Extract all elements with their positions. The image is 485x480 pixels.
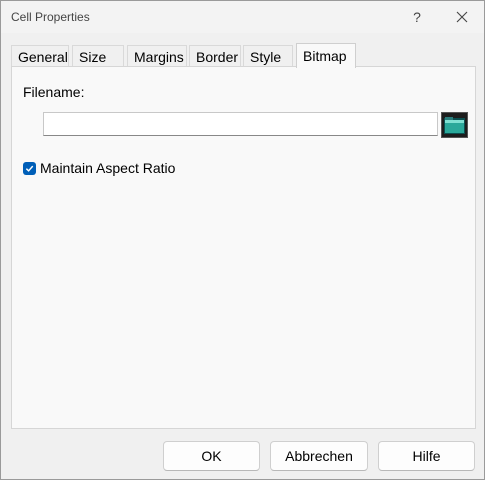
tab-general[interactable]: General [11, 45, 69, 67]
tab-bitmap[interactable]: Bitmap [296, 43, 356, 68]
browse-button[interactable] [441, 112, 468, 138]
cell-properties-dialog: Cell Properties ? General Size Margins B… [0, 0, 485, 480]
cancel-button[interactable]: Abbrechen [270, 441, 368, 471]
ok-button[interactable]: OK [163, 441, 260, 471]
title-bar[interactable]: Cell Properties ? [1, 1, 484, 33]
tab-strip: General Size Margins Border Style Bitmap [11, 43, 476, 68]
maintain-aspect-ratio-checkbox[interactable] [23, 161, 36, 175]
filename-input[interactable] [43, 112, 438, 136]
help-question-button[interactable]: ? [399, 5, 435, 29]
close-button[interactable] [444, 5, 480, 29]
help-button[interactable]: Hilfe [378, 441, 475, 471]
maintain-aspect-ratio-label[interactable]: Maintain Aspect Ratio [40, 160, 175, 176]
filename-label: Filename: [23, 84, 85, 100]
tab-size[interactable]: Size [72, 45, 124, 67]
bitmap-tab-panel: Filename: Maintain Aspect Ratio [11, 66, 476, 429]
checkmark-icon [25, 165, 34, 172]
close-icon [456, 11, 468, 23]
window-title: Cell Properties [11, 10, 90, 24]
tab-margins[interactable]: Margins [127, 45, 187, 67]
tab-style[interactable]: Style [243, 45, 293, 67]
tab-border[interactable]: Border [189, 45, 241, 67]
folder-icon [444, 116, 465, 134]
maintain-aspect-ratio-row[interactable]: Maintain Aspect Ratio [23, 160, 175, 176]
